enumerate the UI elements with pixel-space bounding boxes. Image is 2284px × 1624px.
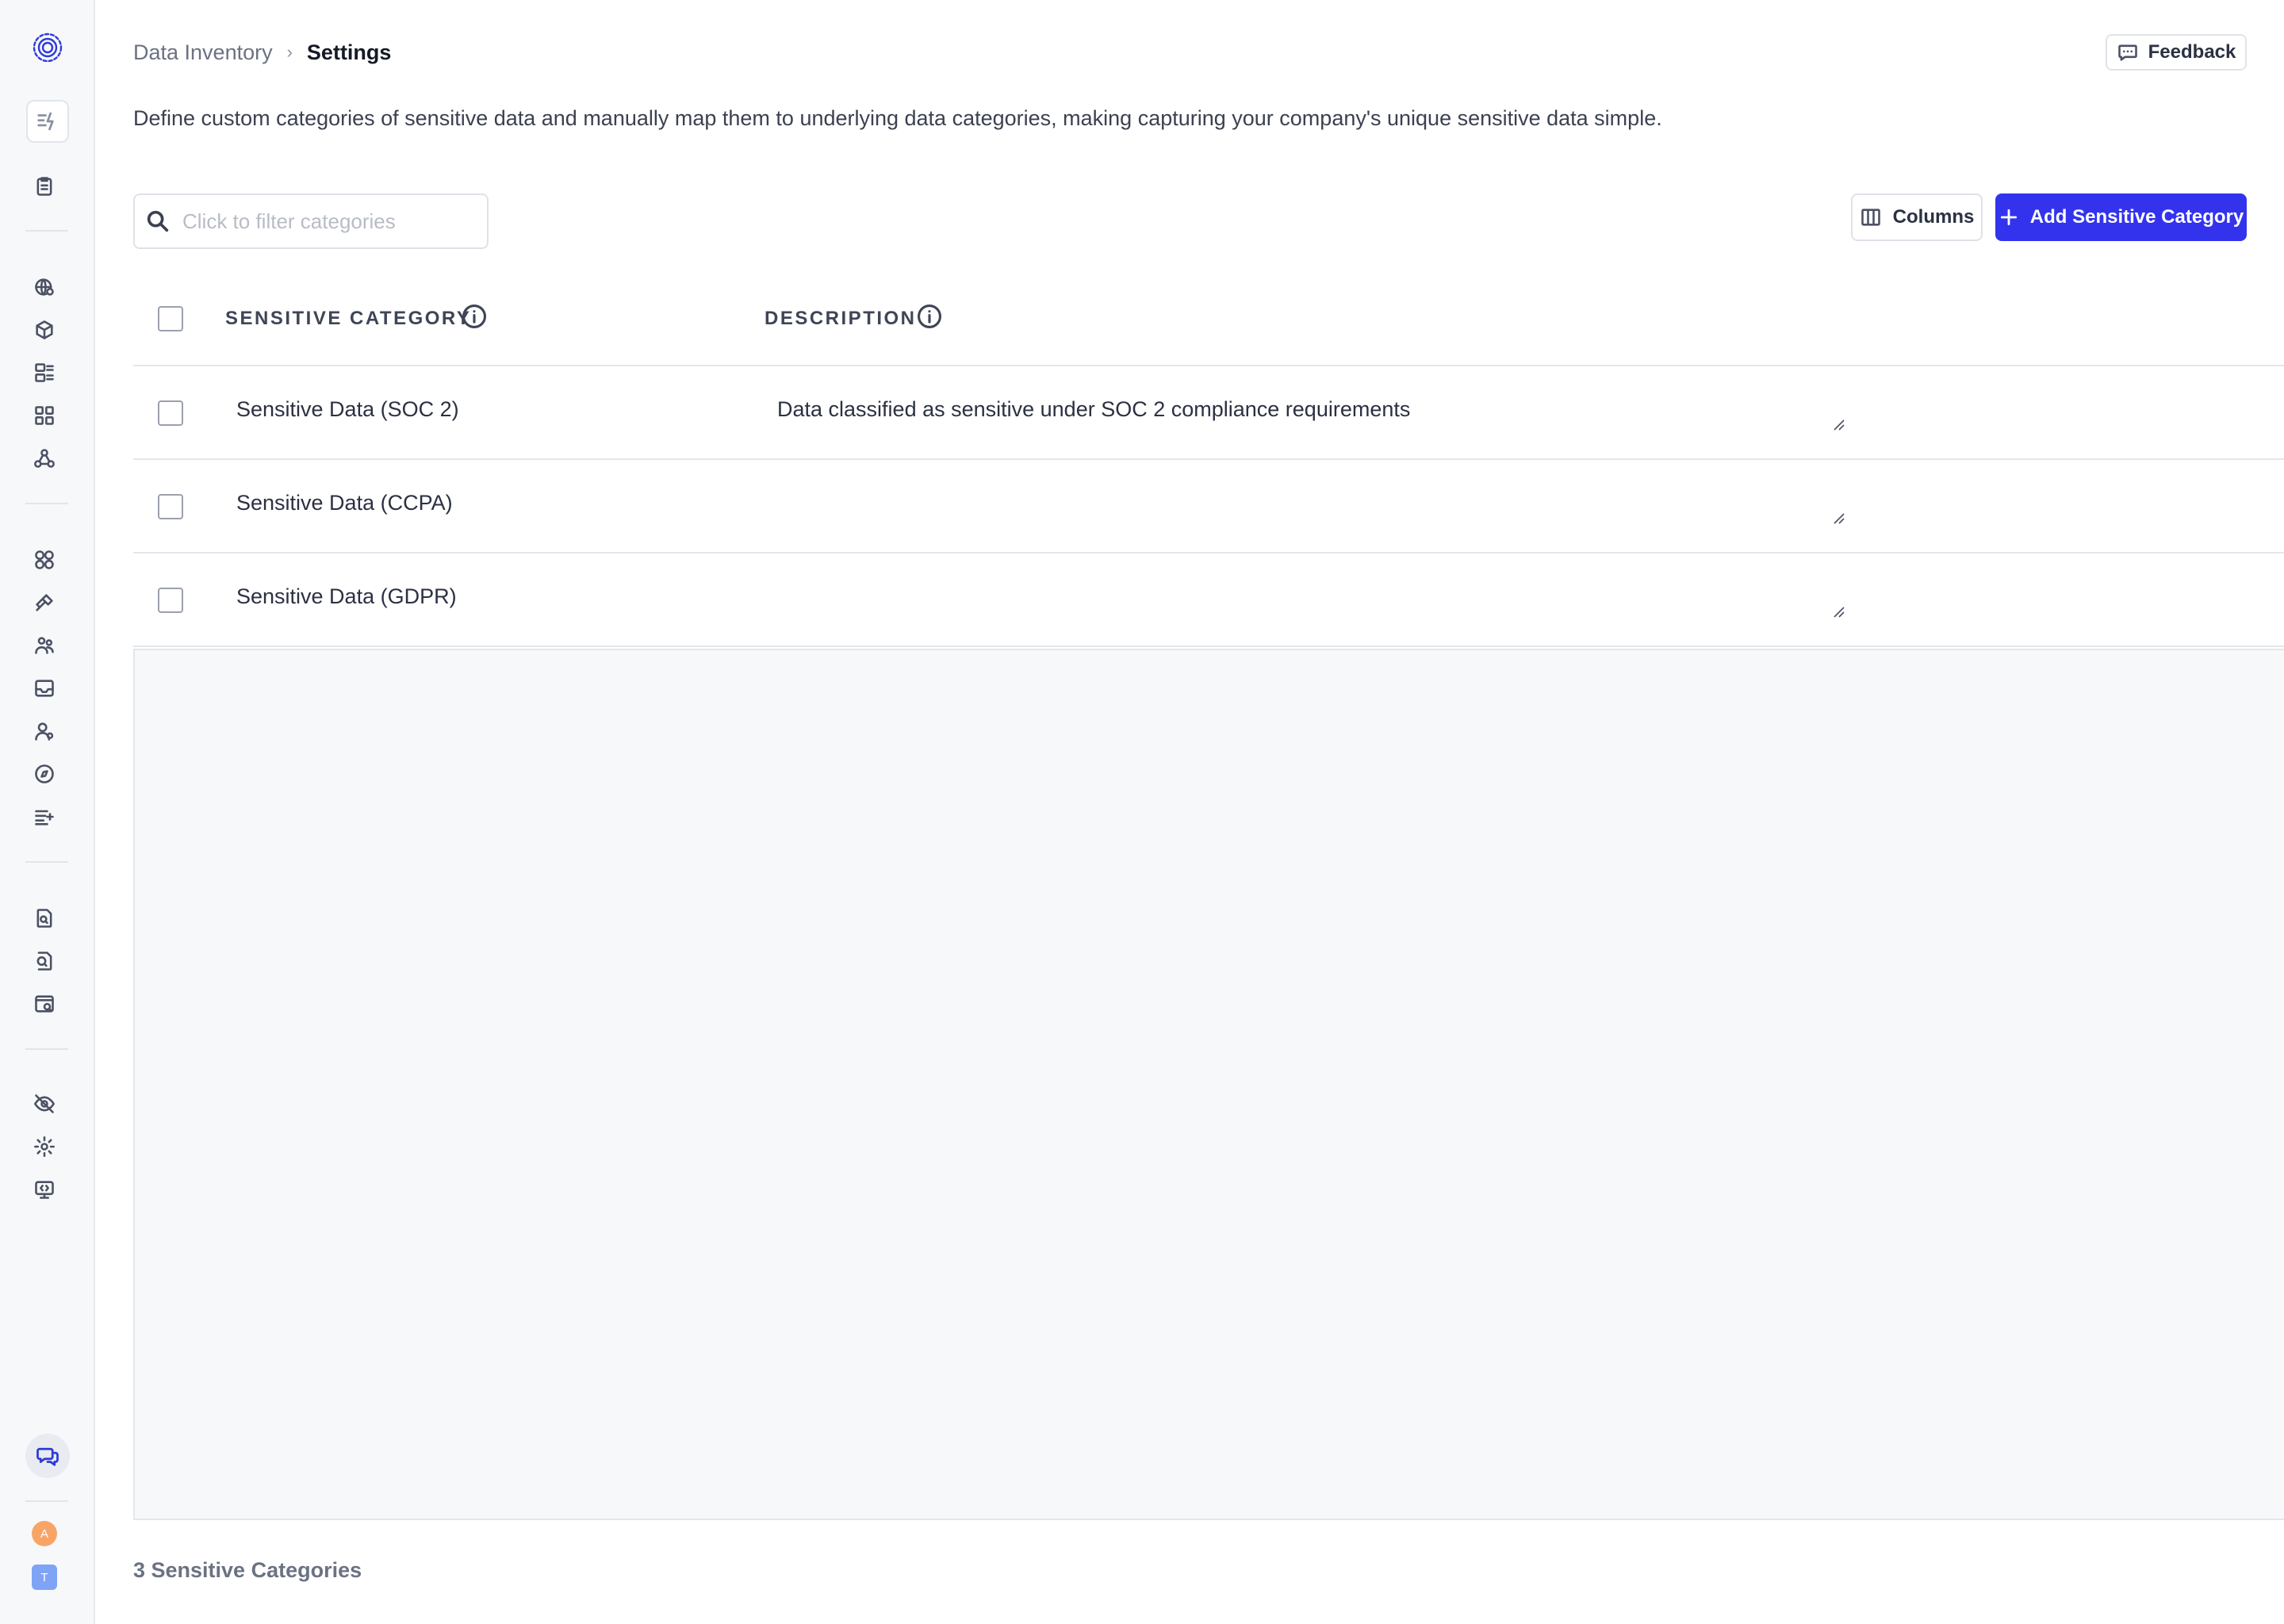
search-input[interactable] [181,208,482,235]
columns-label: Columns [1892,206,1975,228]
select-all-checkbox[interactable] [158,306,183,331]
category-name[interactable]: Sensitive Data (GDPR) [236,584,457,609]
column-header-sensitive-category[interactable]: SENSITIVE CATEGORY [225,308,471,330]
data-grid-icon[interactable] [30,358,59,387]
categories-table: SENSITIVE CATEGORY DESCRIPTION Sensitive… [133,279,2284,647]
file-scan-icon[interactable] [30,947,59,975]
inbox-icon[interactable] [30,674,59,703]
gear-icon[interactable] [30,1132,59,1161]
chevron-right-icon: › [286,42,293,62]
resize-handle-icon[interactable] [1833,606,1845,619]
message-icon [2117,44,2137,61]
person-icon[interactable] [30,717,59,745]
browser-search-icon[interactable] [30,990,59,1018]
cube-icon[interactable] [30,316,59,344]
breadcrumb-parent-link[interactable]: Data Inventory [133,40,273,65]
quick-actions-icon[interactable] [26,100,69,143]
list-plus-icon[interactable] [30,802,59,831]
logo-icon[interactable] [32,32,63,63]
add-sensitive-category-button[interactable]: Add Sensitive Category [1995,193,2247,241]
resize-handle-icon[interactable] [1833,419,1845,431]
team-avatar[interactable]: T [32,1565,57,1590]
sidebar-divider [25,230,68,232]
integrations-icon[interactable] [30,546,59,574]
column-header-description[interactable]: DESCRIPTION [765,308,917,330]
users-icon[interactable] [30,631,59,660]
search-box[interactable] [133,193,489,249]
code-monitor-icon[interactable] [30,1175,59,1204]
table-empty-area [133,649,2284,1520]
sidebar-divider [25,503,68,504]
info-icon[interactable] [461,303,488,330]
table-row[interactable]: Sensitive Data (CCPA) [133,460,2284,553]
table-row[interactable]: Sensitive Data (SOC 2) Data classified a… [133,366,2284,460]
category-description[interactable]: Data classified as sensitive under SOC 2… [777,397,1410,422]
network-icon[interactable] [30,444,59,473]
user-avatar[interactable]: A [32,1521,57,1546]
sidebar-divider [25,1500,68,1502]
page-description: Define custom categories of sensitive da… [133,106,1662,130]
sidebar-divider [25,1048,68,1050]
chat-icon[interactable] [25,1434,70,1478]
sidebar: A T [0,0,95,1624]
info-icon[interactable] [916,303,943,330]
sidebar-divider [25,861,68,863]
category-name[interactable]: Sensitive Data (CCPA) [236,491,453,515]
feedback-button[interactable]: Feedback [2106,34,2247,71]
apps-icon[interactable] [30,401,59,430]
page-title: Settings [306,40,392,64]
plus-icon [2000,209,2017,226]
columns-icon [1861,209,1880,226]
resize-handle-icon[interactable] [1833,512,1845,525]
table-header: SENSITIVE CATEGORY DESCRIPTION [133,279,2284,366]
globe-icon[interactable] [30,273,59,301]
row-checkbox[interactable] [158,588,183,613]
row-checkbox[interactable] [158,494,183,519]
feedback-label: Feedback [2148,41,2236,63]
columns-button[interactable]: Columns [1851,193,1983,241]
search-icon [147,210,169,232]
document-search-icon[interactable] [30,904,59,933]
category-count: 3 Sensitive Categories [133,1558,362,1582]
connector-icon[interactable] [30,588,59,617]
breadcrumb: Data Inventory › Settings [133,38,391,67]
clipboard-icon[interactable] [30,172,59,201]
table-row[interactable]: Sensitive Data (GDPR) [133,553,2284,647]
add-sensitive-category-label: Add Sensitive Category [2029,206,2244,228]
compass-icon[interactable] [30,760,59,788]
category-name[interactable]: Sensitive Data (SOC 2) [236,397,459,422]
row-checkbox[interactable] [158,400,183,426]
eye-off-icon[interactable] [30,1090,59,1118]
